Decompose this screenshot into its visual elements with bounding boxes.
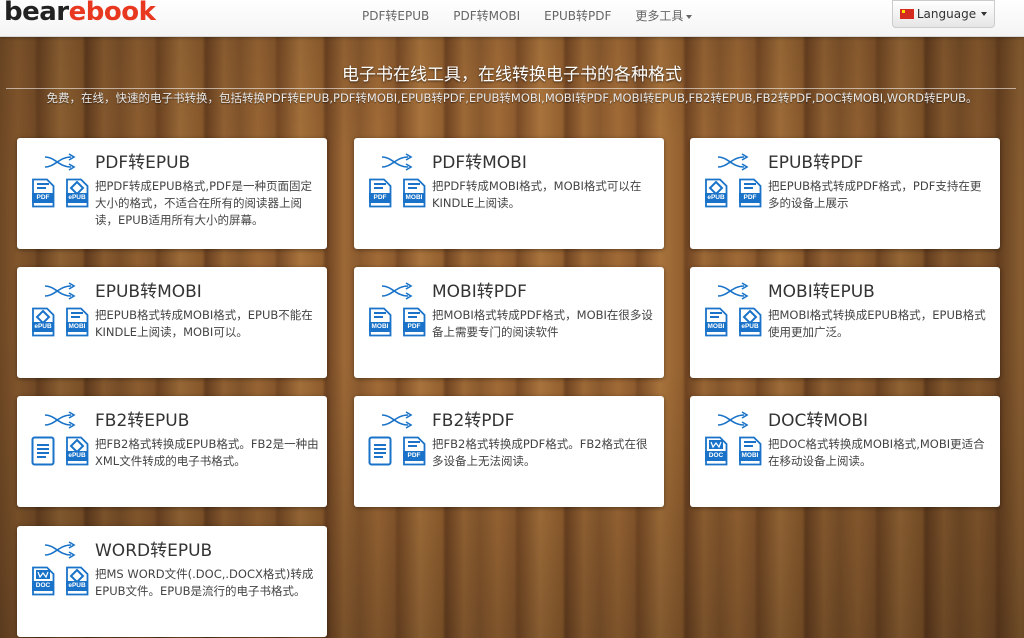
tool-card-pdf-to-mobi[interactable]: PDF MOBI PDF转MOBI 把PDF转成MOBI格式，MOBI格式可以在KIN… [354, 138, 664, 249]
card-description: 把FB2格式转换成PDF格式。FB2格式在很多设备上无法阅读。 [432, 437, 648, 468]
source-format-label: MOBI [371, 323, 389, 330]
epub-file-icon: ePUB [65, 178, 89, 208]
card-description: 把PDF转成MOBI格式，MOBI格式可以在KINDLE上阅读。 [432, 179, 642, 210]
card-title[interactable]: EPUB转PDF [768, 148, 863, 173]
epub-file-icon: ePUB [31, 307, 55, 337]
pdf-file-icon: PDF [31, 178, 55, 208]
target-format-label: ePUB [68, 194, 86, 201]
doc-file-icon: DOC [31, 566, 55, 596]
card-description: 把PDF转成EPUB格式,PDF是一种页面固定大小的格式，不适合在所有的阅读器上… [95, 179, 312, 227]
convert-arrows-icon [43, 540, 83, 560]
pdf-file-icon: PDF [402, 436, 426, 466]
card-description: 把EPUB格式转成PDF格式，PDF支持在更多的设备上展示 [768, 179, 982, 210]
tool-card-pdf-to-epub[interactable]: PDF ePUB PDF转EPUB 把PDF转成EPUB格式,PDF是一种页面固定大小… [17, 138, 327, 249]
convert-arrows-icon [716, 152, 756, 172]
card-description: 把MOBI格式转换成EPUB格式，EPUB格式使用更加广泛。 [768, 308, 986, 339]
brand-part-1: bear [4, 0, 69, 27]
mobi-file-icon: MOBI [402, 178, 426, 208]
source-format-label: ePUB [707, 194, 725, 201]
target-format-label: ePUB [68, 582, 86, 589]
chevron-down-icon [686, 14, 693, 19]
nav-link-epub-to-pdf[interactable]: EPUB转PDF [532, 0, 623, 36]
page-title: 电子书在线工具，在线转换电子书的各种格式 [342, 65, 682, 85]
divider [6, 88, 1016, 89]
language-label: Language [916, 7, 977, 21]
tool-card-word-to-epub[interactable]: DOC ePUB WORD转EPUB 把MS WORD文件(.DOC,.DOCX格式)… [17, 526, 327, 637]
page-subtitle: 免费，在线，快速的电子书转换，包括转换PDF转EPUB,PDF转MOBI,EPU… [46, 91, 978, 105]
card-title[interactable]: MOBI转EPUB [768, 277, 875, 302]
navbar: bearebook PDF转EPUB PDF转MOBI EPUB转PDF 更多工… [0, 0, 1024, 37]
convert-arrows-icon [380, 152, 420, 172]
convert-arrows-icon [716, 410, 756, 430]
convert-arrows-icon [716, 281, 756, 301]
epub-file-icon: ePUB [65, 436, 89, 466]
china-flag-icon [899, 9, 914, 19]
convert-arrows-icon [43, 410, 83, 430]
tool-card-epub-to-pdf[interactable]: ePUB PDF EPUB转PDF 把EPUB格式转成PDF格式，PDF支持在更多的设… [690, 138, 1000, 249]
pdf-file-icon: PDF [738, 178, 762, 208]
convert-arrows-icon [380, 410, 420, 430]
convert-arrows-icon [43, 152, 83, 172]
tool-card-mobi-to-epub[interactable]: MOBI ePUB MOBI转EPUB 把MOBI格式转换成EPUB格式，EPUB格式… [690, 267, 1000, 378]
mobi-file-icon: MOBI [65, 307, 89, 337]
target-format-label: ePUB [741, 323, 759, 330]
source-format-label: PDF [36, 194, 50, 201]
target-format-label: MOBI [741, 452, 759, 459]
source-format-label: MOBI [707, 323, 725, 330]
nav-link-pdf-to-mobi[interactable]: PDF转MOBI [441, 0, 532, 36]
epub-file-icon: ePUB [65, 566, 89, 596]
card-description: 把MOBI格式转成PDF格式，MOBI在很多设备上需要专门的阅读软件 [432, 308, 653, 339]
epub-file-icon: ePUB [738, 307, 762, 337]
card-description: 把DOC格式转换成MOBI格式,MOBI更适合在移动设备上阅读。 [768, 437, 985, 468]
tool-card-fb2-to-epub[interactable]: ePUB FB2转EPUB 把FB2格式转换成EPUB格式。FB2是一种由XML文件… [17, 396, 327, 507]
source-format-label: PDF [373, 194, 387, 201]
more-tools-label: 更多工具 [635, 9, 684, 23]
card-title[interactable]: FB2转EPUB [95, 406, 189, 431]
tool-card-fb2-to-pdf[interactable]: PDF FB2转PDF 把FB2格式转换成PDF格式。FB2格式在很多设备上无法阅读… [354, 396, 664, 507]
card-description: 把MS WORD文件(.DOC,.DOCX格式)转成EPUB文件。EPUB是流行… [95, 567, 314, 598]
mobi-file-icon: MOBI [738, 436, 762, 466]
target-format-label: PDF [743, 194, 757, 201]
target-format-label: MOBI [405, 194, 423, 201]
source-format-label: ePUB [34, 323, 52, 330]
language-dropdown-button[interactable]: Language [892, 0, 995, 28]
target-format-label: PDF [407, 323, 421, 330]
card-description: 把EPUB格式转成MOBI格式，EPUB不能在KINDLE上阅读，MOBI可以。 [95, 308, 313, 339]
nav-link-more-tools[interactable]: 更多工具 [623, 0, 704, 36]
doc-file-icon: DOC [704, 436, 728, 466]
brand-logo[interactable]: bearebook [4, 0, 156, 27]
nav-link-pdf-to-epub[interactable]: PDF转EPUB [350, 0, 441, 36]
tool-card-epub-to-mobi[interactable]: ePUB MOBI EPUB转MOBI 把EPUB格式转成MOBI格式，EPUB不能在… [17, 267, 327, 378]
fb2-file-icon [31, 436, 55, 466]
convert-arrows-icon [380, 281, 420, 301]
chevron-down-icon [981, 12, 988, 16]
tool-card-mobi-to-pdf[interactable]: MOBI PDF MOBI转PDF 把MOBI格式转成PDF格式，MOBI在很多设备上… [354, 267, 664, 378]
fb2-file-icon [368, 436, 392, 466]
source-format-label: DOC [35, 582, 51, 589]
target-format-label: PDF [407, 452, 421, 459]
mobi-file-icon: MOBI [704, 307, 728, 337]
epub-file-icon: ePUB [704, 178, 728, 208]
card-title[interactable]: PDF转MOBI [432, 148, 527, 173]
source-format-label: DOC [708, 452, 724, 459]
card-title[interactable]: EPUB转MOBI [95, 277, 202, 302]
target-format-label: MOBI [68, 323, 86, 330]
target-format-label: ePUB [68, 452, 86, 459]
mobi-file-icon: MOBI [368, 307, 392, 337]
card-title[interactable]: DOC转MOBI [768, 406, 868, 431]
brand-part-2: ebook [68, 0, 156, 27]
nav-links: PDF转EPUB PDF转MOBI EPUB转PDF 更多工具 [350, 0, 704, 36]
pdf-file-icon: PDF [368, 178, 392, 208]
card-description: 把FB2格式转换成EPUB格式。FB2是一种由XML文件转成的电子书格式。 [95, 437, 319, 468]
card-title[interactable]: PDF转EPUB [95, 148, 190, 173]
card-title[interactable]: MOBI转PDF [432, 277, 527, 302]
card-title[interactable]: WORD转EPUB [95, 536, 212, 561]
convert-arrows-icon [43, 281, 83, 301]
tool-card-doc-to-mobi[interactable]: DOC MOBI DOC转MOBI 把DOC格式转换成MOBI格式,MOBI更适合在移… [690, 396, 1000, 507]
pdf-file-icon: PDF [402, 307, 426, 337]
card-title[interactable]: FB2转PDF [432, 406, 514, 431]
